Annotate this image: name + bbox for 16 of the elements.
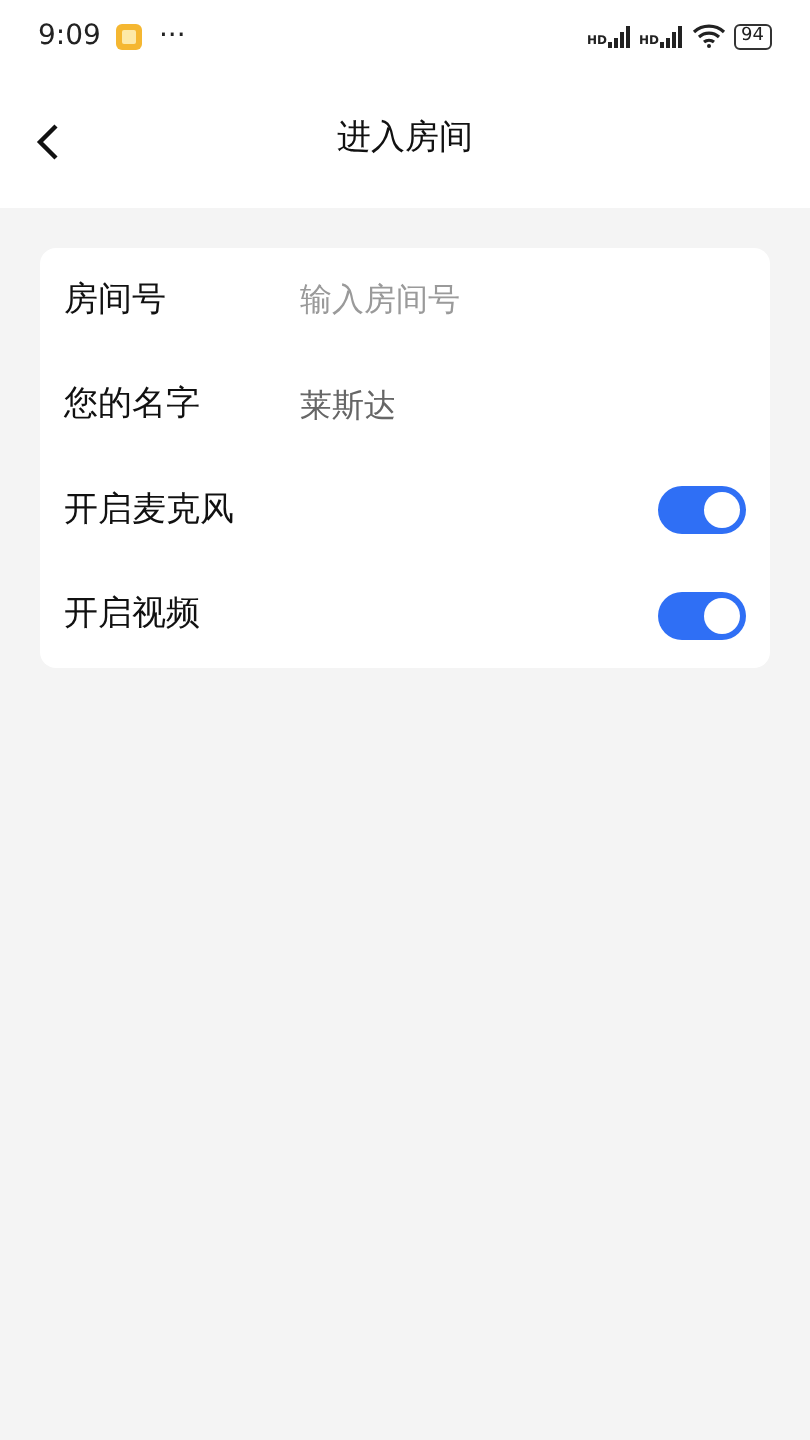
- input-field[interactable]: 输入房间号: [300, 276, 660, 325]
- wifi-icon: [691, 24, 726, 48]
- field-label: 开启视频: [64, 592, 202, 638]
- field-label: 您的名字: [64, 382, 202, 428]
- signal-icon: [607, 25, 632, 47]
- more-indicator: ···: [158, 17, 186, 55]
- field-label: 开启麦克风: [64, 487, 236, 533]
- page-title: 进入房间: [337, 116, 473, 163]
- input-field[interactable]: 莱斯达: [300, 381, 660, 430]
- field-label: 房间号: [64, 277, 168, 323]
- status-time: 9:09: [38, 17, 101, 55]
- signal-icon: [659, 25, 684, 47]
- toggle-switch[interactable]: [658, 591, 746, 640]
- app-icon: [116, 23, 143, 49]
- battery-level: 94: [733, 23, 772, 49]
- toggle-switch[interactable]: [658, 486, 746, 535]
